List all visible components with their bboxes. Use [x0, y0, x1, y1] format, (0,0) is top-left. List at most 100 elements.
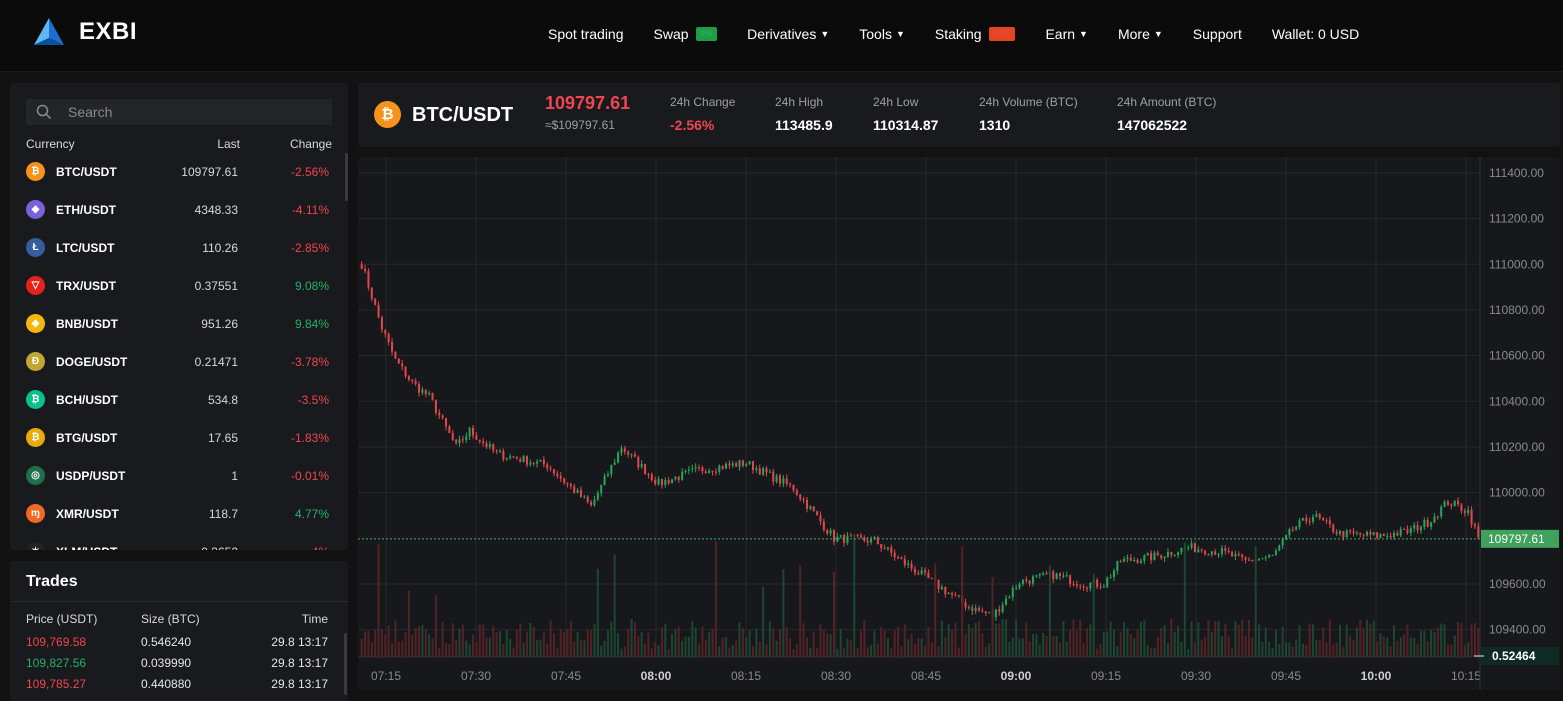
volume-bar	[843, 647, 846, 657]
market-row[interactable]: ✶ XLM/USDT 0.3652 -4%	[10, 533, 348, 550]
y-tick-label: 110000.00	[1489, 486, 1545, 500]
volume-bar	[647, 632, 650, 657]
volume-bar	[414, 627, 417, 657]
volume-bar	[637, 636, 640, 657]
candle-body	[954, 594, 957, 596]
candle-body	[805, 500, 808, 509]
candle-body	[714, 471, 717, 473]
volume-bar	[708, 632, 711, 657]
price-chart[interactable]: 111400.00 111200.00 111000.00 110800.00 1106…	[358, 157, 1560, 690]
header-currency[interactable]: Currency	[26, 137, 75, 151]
volume-bar	[836, 648, 839, 657]
volume-bar	[859, 630, 862, 657]
candle-body	[1295, 526, 1298, 530]
market-row[interactable]: ₿ BCH/USDT 534.8 -3.5%	[10, 381, 348, 419]
volume-bar	[677, 626, 680, 657]
ticker-pair[interactable]: BTC/USDT	[412, 104, 513, 127]
nav-swap[interactable]: Swap 0%	[654, 24, 718, 44]
candle-body	[1156, 552, 1159, 556]
y-tick-label: 110400.00	[1489, 394, 1545, 408]
volume-bar	[711, 628, 714, 657]
candle-body	[859, 535, 862, 538]
volume-bar	[883, 630, 886, 657]
candle-body	[1372, 532, 1375, 535]
candle-body	[1423, 519, 1426, 528]
candle-body	[940, 587, 943, 589]
nav-tools[interactable]: Tools ▼	[859, 24, 905, 44]
trade-size: 0.039990	[141, 656, 192, 670]
candlestick-chart[interactable]: 111400.00 111200.00 111000.00 110800.00 1106…	[358, 157, 1560, 690]
market-row[interactable]: ɱ XMR/USDT 118.7 4.77%	[10, 495, 348, 533]
header-last[interactable]: Last	[217, 137, 240, 151]
market-row[interactable]: ▽ TRX/USDT 0.37551 9.08%	[10, 267, 348, 305]
candle-body	[1312, 516, 1315, 522]
volume-bar	[681, 640, 684, 657]
market-last-price: 4348.33	[194, 203, 238, 217]
volume-bar	[792, 648, 795, 657]
volume-bar	[502, 644, 505, 657]
nav-more-label: More	[1117, 26, 1150, 42]
candle-body	[1288, 529, 1291, 536]
volume-bar	[461, 624, 464, 657]
candle-body	[768, 471, 771, 473]
header-change[interactable]: Change	[290, 137, 332, 151]
volume-bar	[586, 629, 589, 657]
candle-body	[367, 271, 370, 288]
market-row[interactable]: ◈ BNB/USDT 951.26 9.84%	[10, 305, 348, 343]
candle-body	[461, 439, 464, 441]
caret-down-icon: ▼	[820, 29, 830, 39]
candle-body	[421, 389, 424, 393]
candle-body	[809, 506, 812, 509]
market-row[interactable]: ◆ ETH/USDT 4348.33 -4.11%	[10, 191, 348, 229]
candle-body	[880, 544, 883, 549]
candle-body	[897, 557, 900, 559]
candle-body	[1426, 519, 1429, 527]
candle-body	[1477, 526, 1480, 538]
nav-earn[interactable]: Earn ▼	[1045, 24, 1088, 44]
nav-derivatives[interactable]: Derivatives ▼	[747, 24, 829, 44]
market-row[interactable]: ₿ BTC/USDT 109797.61 -2.56%	[10, 153, 348, 191]
market-row[interactable]: ₿ BTG/USDT 17.65 -1.83%	[10, 419, 348, 457]
volume-bar	[924, 646, 927, 657]
volume-bar	[613, 554, 616, 657]
volume-bar	[1244, 635, 1247, 657]
volume-bar	[927, 627, 930, 657]
volume-bar	[1032, 633, 1035, 657]
candle-body	[475, 435, 478, 440]
volume-bar	[1021, 638, 1024, 657]
nav-wallet[interactable]: Wallet: 0 USD	[1272, 24, 1359, 44]
candle-body	[1386, 535, 1389, 537]
exbi-logo-icon	[34, 18, 64, 45]
volume-bar	[1376, 641, 1379, 657]
trade-price: 109,785.27	[26, 677, 87, 691]
market-search[interactable]	[26, 99, 332, 125]
trades-scrollbar[interactable]	[344, 633, 347, 695]
market-last-price: 0.37551	[194, 279, 238, 293]
volume-bar	[731, 644, 734, 657]
volume-bar	[1160, 627, 1163, 657]
market-pair: TRX/USDT	[56, 279, 116, 293]
candle-body	[1112, 570, 1115, 578]
volume-bar	[775, 640, 778, 657]
volume-bar	[947, 624, 950, 657]
volume-bar	[1247, 619, 1250, 657]
candle-body	[1392, 532, 1395, 538]
candle-body	[974, 607, 977, 612]
nav-support[interactable]: Support	[1193, 24, 1242, 44]
market-scrollbar[interactable]	[345, 153, 348, 201]
volume-bar	[380, 629, 383, 657]
nav-spot-trading[interactable]: Spot trading	[548, 24, 624, 44]
market-row[interactable]: Ł LTC/USDT 110.26 -2.85%	[10, 229, 348, 267]
market-row[interactable]: Ð DOGE/USDT 0.21471 -3.78%	[10, 343, 348, 381]
candle-body	[596, 493, 599, 500]
volume-bar	[1281, 626, 1284, 657]
volume-bar	[1085, 628, 1088, 657]
candle-body	[910, 563, 913, 569]
candle-body	[1160, 555, 1163, 559]
nav-staking[interactable]: Staking HOT	[935, 24, 1016, 44]
search-input[interactable]	[68, 104, 308, 120]
market-row[interactable]: ◎ USDP/USDT 1 -0.01%	[10, 457, 348, 495]
brand-logo[interactable]: EXBI	[33, 17, 137, 47]
candle-body	[667, 479, 670, 484]
nav-more[interactable]: More ▼	[1118, 24, 1163, 44]
